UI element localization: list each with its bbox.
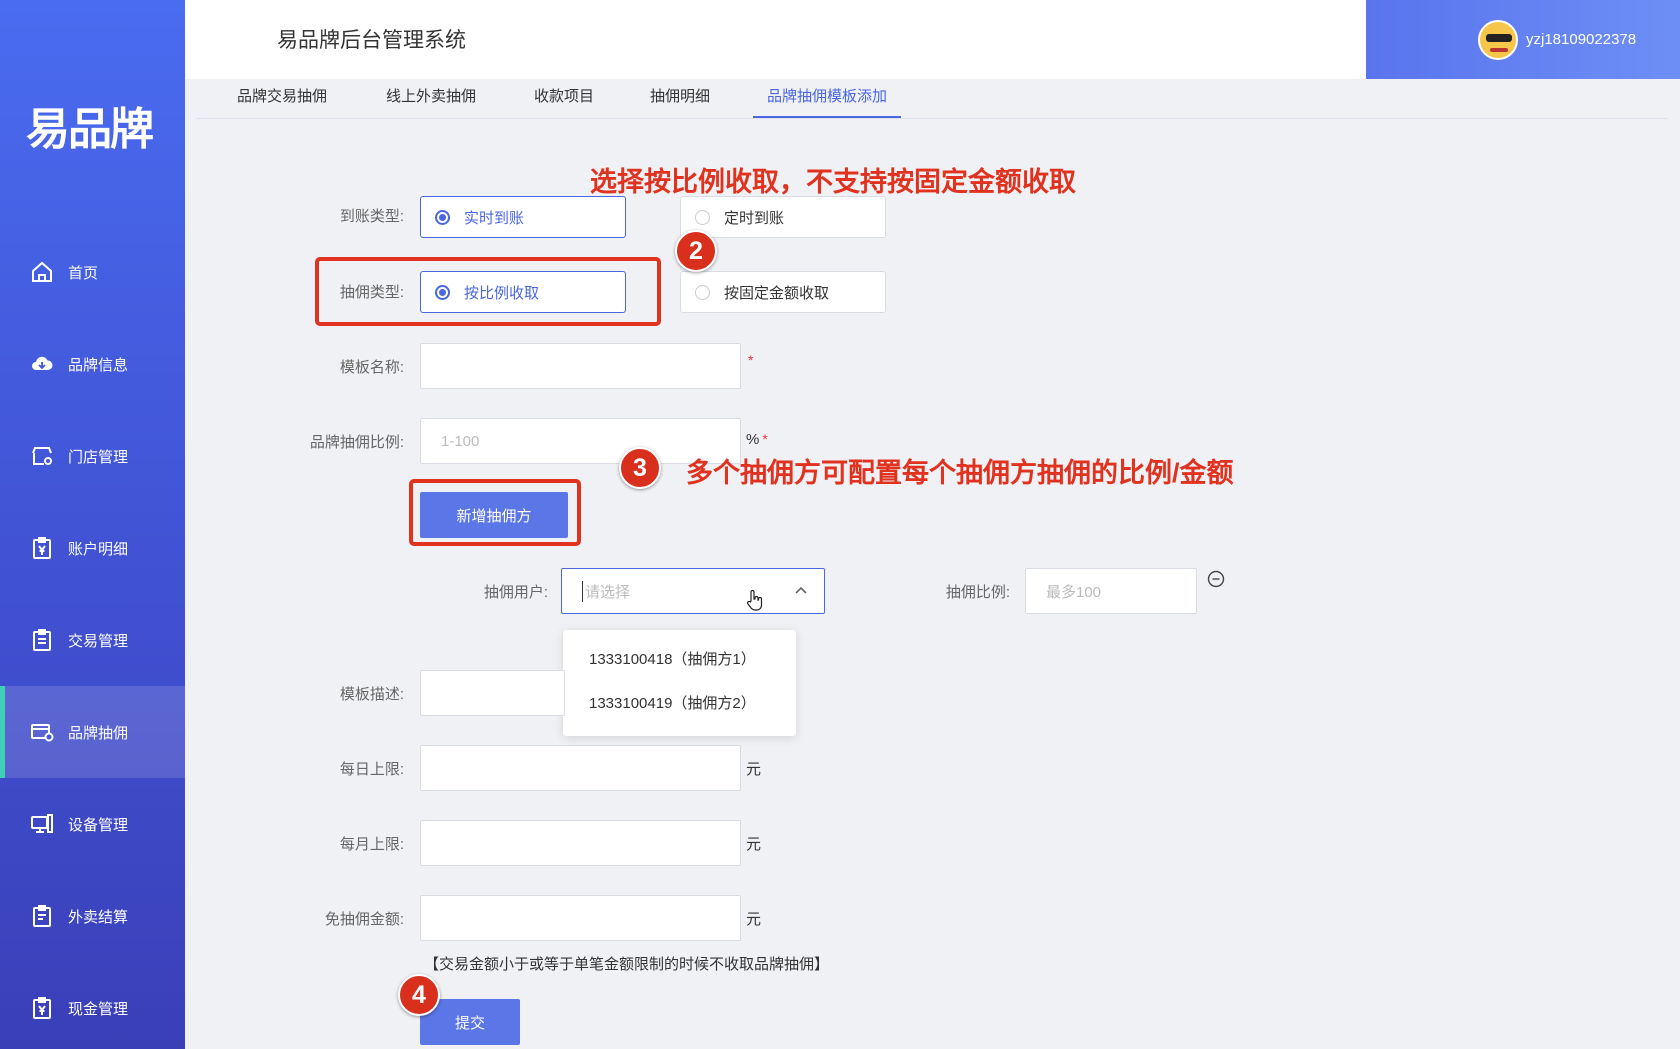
radio-label: 按固定金额收取 bbox=[724, 284, 830, 302]
monthly-limit-input[interactable] bbox=[420, 820, 741, 866]
clipboard-list-icon bbox=[30, 904, 54, 928]
user-menu[interactable]: yzj18109022378 bbox=[1366, 0, 1680, 79]
annotation-badge-3: 3 bbox=[619, 447, 661, 489]
sidebar-item-label: 设备管理 bbox=[68, 816, 129, 834]
radio-by-fixed-amount[interactable]: 按固定金额收取 bbox=[680, 271, 886, 313]
brand-logo: 易品牌 bbox=[26, 104, 154, 155]
avatar bbox=[1478, 19, 1518, 60]
annotation-badge-2: 2 bbox=[675, 230, 717, 272]
remove-circle-icon[interactable] bbox=[1207, 570, 1225, 593]
radio-dot bbox=[695, 209, 710, 225]
dropdown-option[interactable]: 1333100419（抽佣方2） bbox=[563, 686, 796, 730]
radio-dot bbox=[435, 284, 450, 300]
tab-commission-detail[interactable]: 抽佣明细 bbox=[650, 85, 710, 118]
radio-label: 按比例收取 bbox=[464, 284, 540, 302]
sidebar-item-brand-commission[interactable]: 品牌抽佣 bbox=[0, 686, 185, 778]
exempt-amount-label: 免抽佣金额: bbox=[324, 911, 404, 928]
sidebar-item-label: 品牌抽佣 bbox=[68, 724, 129, 742]
radio-scheduled-arrival[interactable]: 定时到账 bbox=[680, 196, 886, 238]
yuan-unit: 元 bbox=[746, 836, 762, 853]
clipboard-yen-icon bbox=[30, 536, 54, 560]
brand-ratio-label: 品牌抽佣比例: bbox=[309, 434, 404, 451]
template-name-input[interactable] bbox=[420, 343, 741, 389]
card-icon bbox=[30, 720, 54, 744]
chevron-up-icon bbox=[794, 583, 808, 601]
clipboard-icon bbox=[30, 628, 54, 652]
radio-realtime-arrival[interactable]: 实时到账 bbox=[420, 196, 626, 238]
store-icon bbox=[30, 444, 54, 468]
template-desc-input[interactable] bbox=[420, 670, 565, 716]
sidebar-item-home[interactable]: 首页 bbox=[0, 226, 185, 318]
tab-online-takeout-commission[interactable]: 线上外卖抽佣 bbox=[386, 85, 476, 118]
sidebar-item-cash[interactable]: 现金管理 bbox=[0, 962, 185, 1049]
tab-template-add[interactable]: 品牌抽佣模板添加 bbox=[753, 85, 902, 118]
sidebar-item-takeout[interactable]: 外卖结算 bbox=[0, 870, 185, 962]
monthly-limit-label: 每月上限: bbox=[339, 836, 404, 853]
yuan-unit: 元 bbox=[746, 761, 762, 778]
annotation-badge-4: 4 bbox=[398, 974, 440, 1016]
home-icon bbox=[30, 260, 54, 284]
monitor-icon bbox=[30, 812, 54, 836]
hand-cursor-icon bbox=[746, 589, 764, 615]
sidebar-item-label: 首页 bbox=[68, 264, 99, 282]
commission-user-dropdown: 1333100418（抽佣方1） 1333100419（抽佣方2） bbox=[563, 630, 796, 736]
cloud-icon bbox=[30, 352, 54, 376]
dropdown-option[interactable]: 1333100418（抽佣方1） bbox=[563, 642, 796, 686]
radio-label: 实时到账 bbox=[464, 209, 525, 227]
add-commission-party-button[interactable]: 新增抽佣方 bbox=[420, 492, 568, 538]
sidebar-item-brand-info[interactable]: 品牌信息 bbox=[0, 318, 185, 410]
top-header: 易品牌后台管理系统 bbox=[185, 0, 1366, 79]
annotation-text-ratio: 选择按比例收取，不支持按固定金额收取 bbox=[590, 167, 1076, 197]
yuan-unit: 元 bbox=[746, 911, 762, 928]
sidebar-item-device[interactable]: 设备管理 bbox=[0, 778, 185, 870]
radio-dot bbox=[435, 209, 450, 225]
daily-limit-input[interactable] bbox=[420, 745, 741, 791]
radio-label: 定时到账 bbox=[724, 209, 785, 227]
annotation-text-parties: 多个抽佣方可配置每个抽佣方抽佣的比例/金额 bbox=[686, 458, 1234, 488]
tab-bar: 品牌交易抽佣 线上外卖抽佣 收款项目 抽佣明细 品牌抽佣模板添加 bbox=[196, 79, 1668, 119]
commission-type-label: 抽佣类型: bbox=[339, 284, 404, 301]
commission-ratio-label: 抽佣比例: bbox=[945, 584, 1010, 601]
sidebar-item-label: 现金管理 bbox=[68, 1000, 129, 1018]
template-name-label: 模板名称: bbox=[339, 359, 404, 376]
sidebar-item-label: 门店管理 bbox=[68, 448, 129, 466]
template-desc-label: 模板描述: bbox=[339, 686, 404, 703]
radio-by-ratio[interactable]: 按比例收取 bbox=[420, 271, 626, 313]
page-title: 易品牌后台管理系统 bbox=[277, 29, 466, 52]
tab-brand-trade-commission[interactable]: 品牌交易抽佣 bbox=[237, 85, 327, 118]
percent-unit: % * bbox=[746, 431, 768, 448]
tab-payment-items[interactable]: 收款项目 bbox=[534, 85, 594, 118]
select-placeholder: 请选择 bbox=[582, 580, 630, 602]
sidebar-item-label: 交易管理 bbox=[68, 632, 129, 650]
exempt-amount-input[interactable] bbox=[420, 895, 741, 941]
required-mark: * bbox=[748, 352, 754, 368]
sidebar-item-label: 外卖结算 bbox=[68, 908, 129, 926]
cash-yen-icon bbox=[30, 996, 54, 1020]
sidebar-item-store[interactable]: 门店管理 bbox=[0, 410, 185, 502]
radio-dot bbox=[695, 284, 710, 300]
sidebar-item-label: 账户明细 bbox=[68, 540, 129, 558]
commission-user-select[interactable]: 请选择 bbox=[561, 568, 825, 614]
commission-ratio-input[interactable]: 最多100 bbox=[1025, 568, 1197, 614]
daily-limit-label: 每日上限: bbox=[339, 761, 404, 778]
sidebar-item-trade[interactable]: 交易管理 bbox=[0, 594, 185, 686]
arrival-type-label: 到账类型: bbox=[339, 208, 404, 225]
sidebar-item-label: 品牌信息 bbox=[68, 356, 129, 374]
exempt-note: 【交易金额小于或等于单笔金额限制的时候不收取品牌抽佣】 bbox=[424, 956, 830, 973]
sidebar-item-account[interactable]: 账户明细 bbox=[0, 502, 185, 594]
commission-user-label: 抽佣用户: bbox=[483, 584, 548, 601]
sidebar: 易品牌 首页 品牌信息 门店管理 账户明细 交易管理 品牌抽佣 设备管理 外卖结… bbox=[0, 0, 185, 1049]
username: yzj18109022378 bbox=[1526, 31, 1637, 48]
